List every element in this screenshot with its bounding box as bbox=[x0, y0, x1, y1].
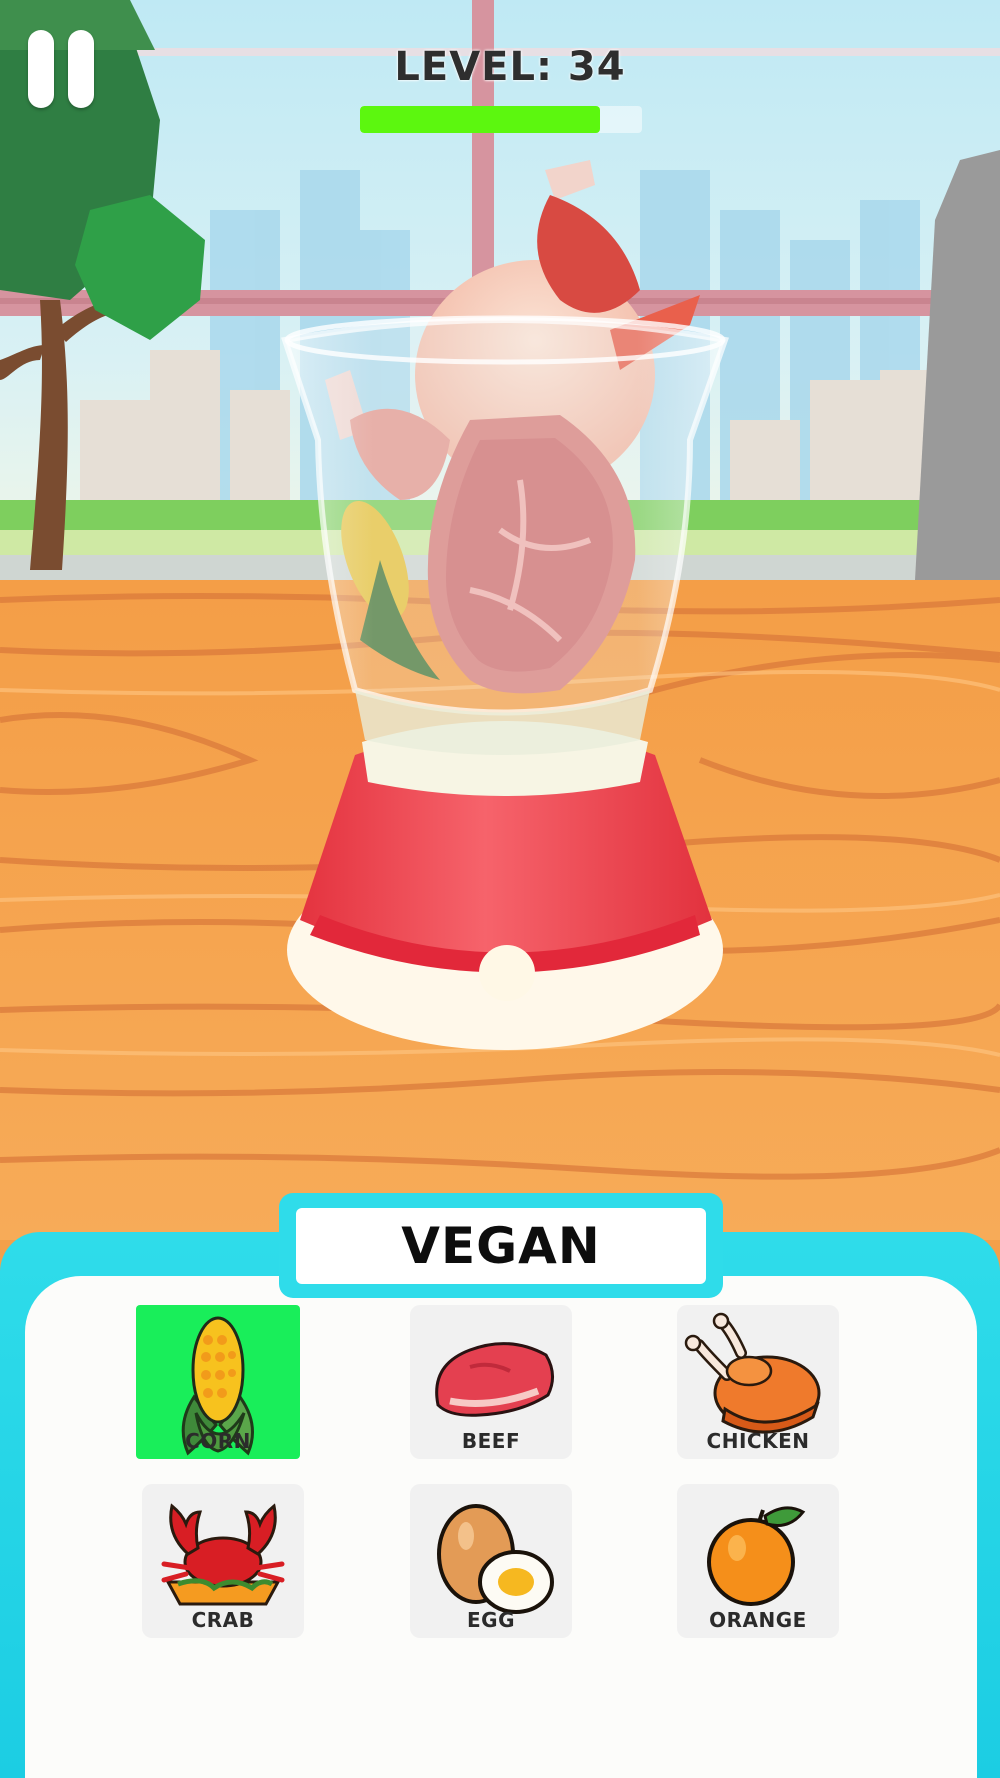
level-label: LEVEL: 34 bbox=[394, 44, 626, 90]
food-tile-label: CRAB bbox=[191, 1608, 255, 1632]
food-tile-orange[interactable]: ORANGE bbox=[677, 1484, 839, 1638]
food-tile-label: BEEF bbox=[461, 1429, 521, 1453]
food-tile-label: CHICKEN bbox=[706, 1429, 810, 1453]
category-title-box: VEGAN bbox=[296, 1208, 706, 1284]
food-tile-label: ORANGE bbox=[709, 1608, 807, 1632]
category-title: VEGAN bbox=[401, 1217, 601, 1275]
level-progress-bar bbox=[360, 106, 642, 133]
food-tile-corn[interactable]: CORN bbox=[136, 1305, 300, 1459]
food-tile-crab[interactable]: CRAB bbox=[142, 1484, 304, 1638]
pause-button[interactable] bbox=[24, 30, 98, 108]
food-tile-chicken[interactable]: CHICKEN bbox=[677, 1305, 839, 1459]
level-progress-fill bbox=[360, 106, 600, 133]
food-tile-egg[interactable]: EGG bbox=[410, 1484, 572, 1638]
food-tile-label: EGG bbox=[467, 1608, 515, 1632]
food-tile-label: CORN bbox=[185, 1429, 251, 1453]
food-tile-beef[interactable]: BEEF bbox=[410, 1305, 572, 1459]
pause-icon bbox=[28, 30, 54, 108]
